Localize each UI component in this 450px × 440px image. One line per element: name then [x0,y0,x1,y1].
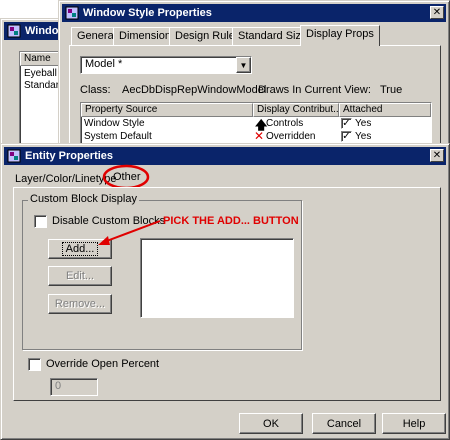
remove-button-label: Remove... [54,298,106,310]
column-header-attached[interactable]: Attached [339,103,431,117]
entity-window-title: Entity Properties [25,150,114,162]
column-header-property-source[interactable]: Property Source [81,103,253,117]
red-x-icon: ✕ [254,129,265,143]
annotation-arrow [98,220,161,245]
chevron-down-icon: ▼ [239,60,248,70]
app-icon [7,24,21,38]
back-window: Windo Name Eyeball Standard [0,18,65,153]
tab-display-props[interactable]: Display Props [300,25,380,46]
close-icon: ✕ [432,7,442,18]
style-window-titlebar: Window Style Properties ✕ [62,4,446,22]
row-contribution: Overridden [266,131,316,142]
open-percent-field[interactable]: 0 [50,378,98,396]
draws-value: True [380,84,403,96]
add-button-label: Add... [61,242,99,256]
row-attached: Yes [355,131,372,142]
attached-checkbox[interactable]: ✓ [341,131,352,142]
display-rep-dropdown[interactable]: Model * ▼ [80,56,252,74]
help-button[interactable]: Help [382,413,446,434]
close-button[interactable]: ✕ [430,149,444,162]
ok-button-label: OK [263,417,279,430]
row-contribution: Controls [266,118,304,129]
app-icon [65,6,79,20]
table-row[interactable]: System Default ✕ Overridden ✓ Yes [81,129,431,143]
custom-blocks-list[interactable] [140,238,294,318]
remove-button[interactable]: Remove... [48,294,112,314]
row-source: System Default [84,131,152,142]
help-button-label: Help [402,417,426,430]
edit-button-label: Edit... [65,270,95,282]
list-item[interactable]: Eyeball [24,68,57,79]
disable-custom-blocks-checkbox[interactable] [34,215,47,228]
attached-checkbox[interactable]: ✓ [341,118,352,129]
entity-properties-dialog: Entity Properties ✕ Layer/Color/Linetype… [0,143,450,440]
style-list[interactable]: Name Eyeball Standard [19,51,65,151]
back-window-title: Windo [25,25,59,37]
dropdown-value: Model * [85,58,123,70]
edit-button[interactable]: Edit... [48,266,112,286]
ok-button[interactable]: OK [239,413,303,434]
draws-label: Draws In Current View: [258,84,371,96]
override-open-percent-checkbox[interactable] [28,358,41,371]
override-open-percent-label: Override Open Percent [46,358,160,370]
close-icon: ✕ [432,150,442,161]
list-header-name[interactable]: Name [20,52,62,66]
group-label: Custom Block Display [28,193,139,205]
class-label: Class: [80,84,111,96]
row-attached: Yes [355,118,372,129]
back-window-titlebar: Windo [4,22,61,40]
entity-window-titlebar: Entity Properties ✕ [4,147,446,165]
window-style-properties-dialog: Window Style Properties ✕ General Dimens… [58,0,450,152]
row-source: Window Style [84,118,145,129]
app-icon [7,149,21,163]
annotation-text: PICK THE ADD... BUTTON [163,215,299,227]
display-props-table: Property Source Display Contribut... Att… [80,102,432,148]
open-percent-value: 0 [55,380,62,392]
style-window-title: Window Style Properties [83,7,212,19]
close-button[interactable]: ✕ [430,6,444,19]
column-header-display-contribution[interactable]: Display Contribut... [253,103,339,117]
dropdown-arrow-button[interactable]: ▼ [236,57,251,73]
display-props-panel: Model * ▼ Class: AecDbDispRepWindowModel… [69,45,441,149]
cancel-button[interactable]: Cancel [312,413,376,434]
class-value: AecDbDispRepWindowModel [122,84,267,96]
cancel-button-label: Cancel [326,417,362,430]
